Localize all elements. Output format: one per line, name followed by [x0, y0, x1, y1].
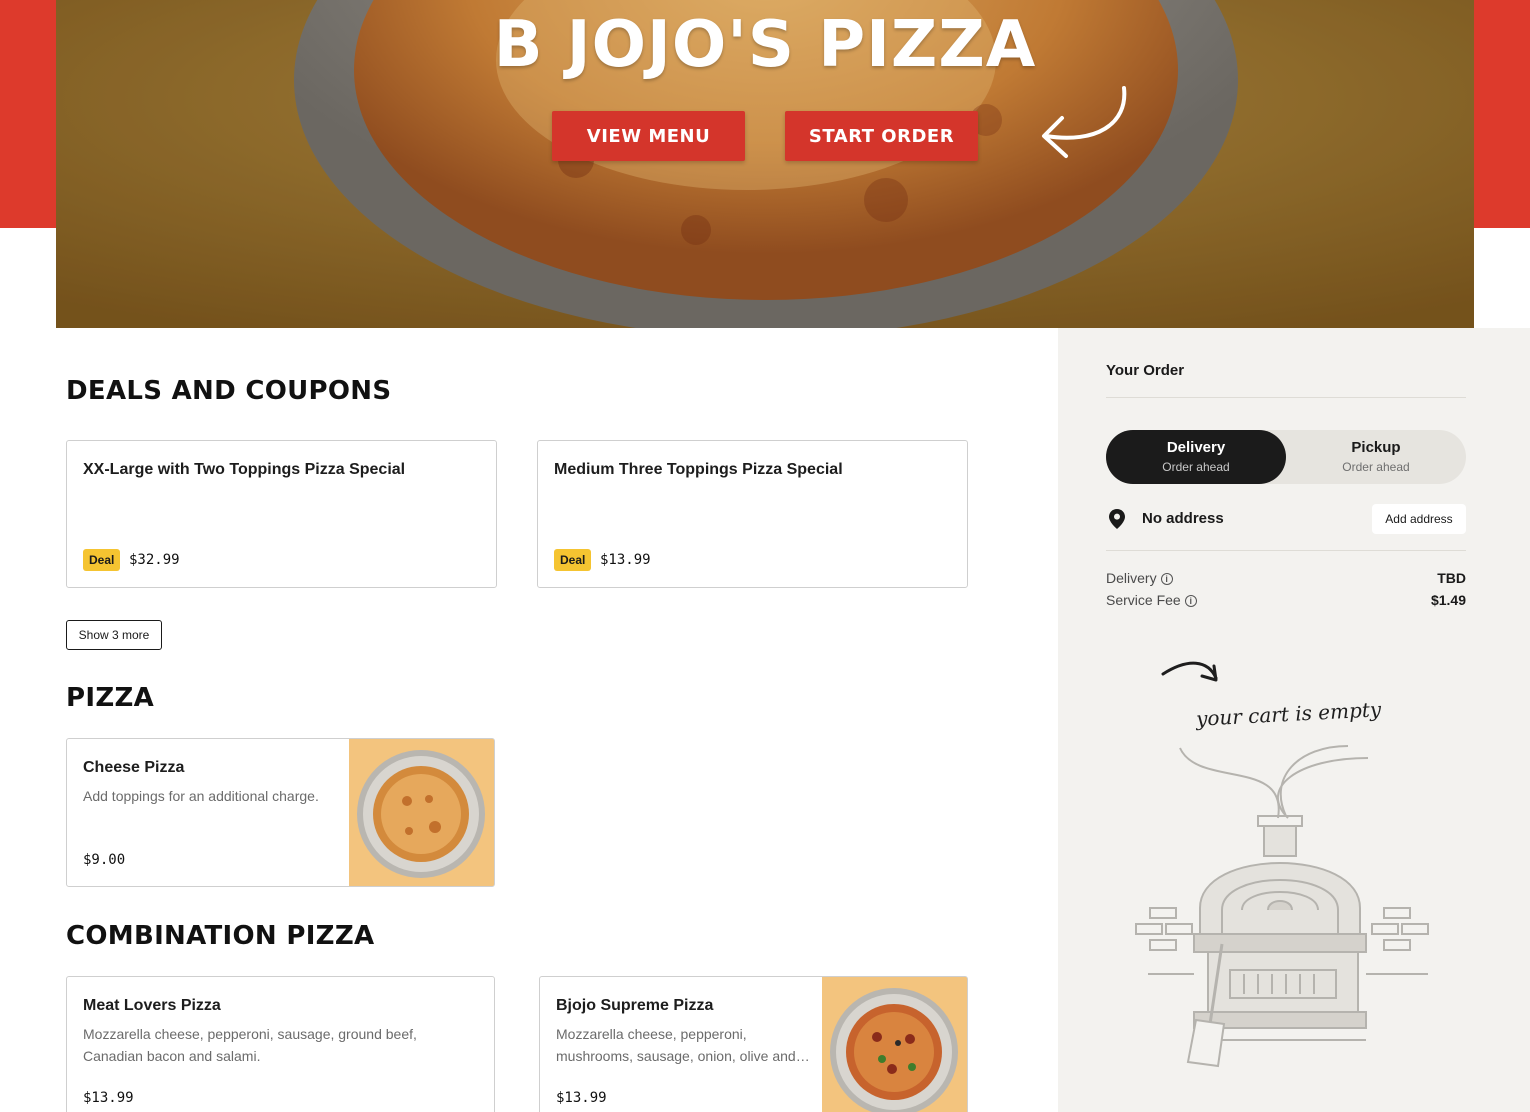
menu-item-price: $9.00	[83, 852, 126, 868]
deal-title: Medium Three Toppings Pizza Special	[554, 461, 843, 478]
fee-value: TBD	[1437, 570, 1466, 586]
view-menu-button[interactable]: VIEW MENU	[552, 111, 745, 161]
description-line: Mozzarella cheese, pepperoni, sausage, g…	[83, 1026, 417, 1042]
delivery-label: Delivery	[1166, 439, 1226, 456]
menu-item-description: Mozzarella cheese, pepperoni, mushrooms,…	[556, 1023, 810, 1067]
menu-item-price: $13.99	[83, 1090, 134, 1106]
order-title: Your Order	[1106, 362, 1185, 379]
menu-item-description: Mozzarella cheese, pepperoni, sausage, g…	[83, 1023, 417, 1067]
fee-label: Service Fee	[1106, 592, 1181, 608]
menu-item-price: $13.99	[556, 1090, 607, 1106]
fee-value: $1.49	[1430, 592, 1466, 608]
deal-price: $32.99	[129, 552, 180, 568]
delivery-option[interactable]: Delivery Order ahead	[1106, 430, 1286, 484]
menu-item-title: Meat Lovers Pizza	[83, 997, 221, 1014]
deal-title: XX-Large with Two Toppings Pizza Special	[83, 461, 406, 478]
divider	[1106, 550, 1466, 551]
combination-heading: COMBINATION PIZZA	[66, 921, 375, 951]
location-pin-icon	[1109, 509, 1125, 529]
deal-card[interactable]: Medium Three Toppings Pizza Special Deal…	[537, 440, 968, 588]
cheese-pizza-image	[349, 739, 494, 886]
start-order-button[interactable]: START ORDER	[785, 111, 978, 161]
deal-badge: Deal	[554, 549, 592, 571]
pizza-heading: PIZZA	[66, 683, 155, 713]
menu-item-card[interactable]: Bjojo Supreme Pizza Mozzarella cheese, p…	[539, 976, 968, 1112]
arrow-icon	[1042, 86, 1127, 158]
order-sidebar: Your Order Delivery Order ahead Pickup O…	[1058, 328, 1530, 1112]
pickup-sublabel: Order ahead	[1342, 460, 1410, 474]
info-icon[interactable]: i	[1184, 595, 1197, 607]
menu-item-card[interactable]: Meat Lovers Pizza Mozzarella cheese, pep…	[66, 976, 495, 1112]
delivery-fee-row: Delivery i TBD	[1106, 570, 1466, 588]
menu-item-title: Cheese Pizza	[83, 759, 185, 776]
add-address-button[interactable]: Add address	[1372, 504, 1466, 534]
divider	[1106, 397, 1466, 398]
address-text: No address	[1142, 510, 1224, 527]
address-row: No address Add address	[1106, 504, 1466, 534]
deal-price: $13.99	[600, 552, 651, 568]
pickup-option[interactable]: Pickup Order ahead	[1286, 430, 1466, 484]
service-fee-row: Service Fee i $1.49	[1106, 592, 1466, 610]
description-line: mushrooms, sausage, onion, olive and…	[556, 1048, 810, 1064]
show-more-button[interactable]: Show 3 more	[66, 620, 162, 650]
fee-label: Delivery	[1106, 570, 1157, 586]
description-line: Mozzarella cheese, pepperoni,	[556, 1026, 747, 1042]
delivery-sublabel: Order ahead	[1162, 460, 1230, 474]
menu-item-card[interactable]: Cheese Pizza Add toppings for an additio…	[66, 738, 495, 887]
supreme-pizza-image	[822, 977, 967, 1112]
info-icon[interactable]: i	[1160, 573, 1173, 585]
menu-item-description: Add toppings for an additional charge.	[83, 788, 319, 804]
deals-heading: DEALS AND COUPONS	[66, 376, 392, 406]
fulfillment-toggle: Delivery Order ahead Pickup Order ahead	[1106, 430, 1466, 484]
deal-card[interactable]: XX-Large with Two Toppings Pizza Special…	[66, 440, 497, 588]
restaurant-title: B JOJO'S PIZZA	[493, 8, 1037, 82]
deal-badge: Deal	[83, 549, 121, 571]
menu-item-title: Bjojo Supreme Pizza	[556, 997, 714, 1014]
pickup-label: Pickup	[1351, 439, 1401, 456]
description-line: Canadian bacon and salami.	[83, 1048, 261, 1064]
